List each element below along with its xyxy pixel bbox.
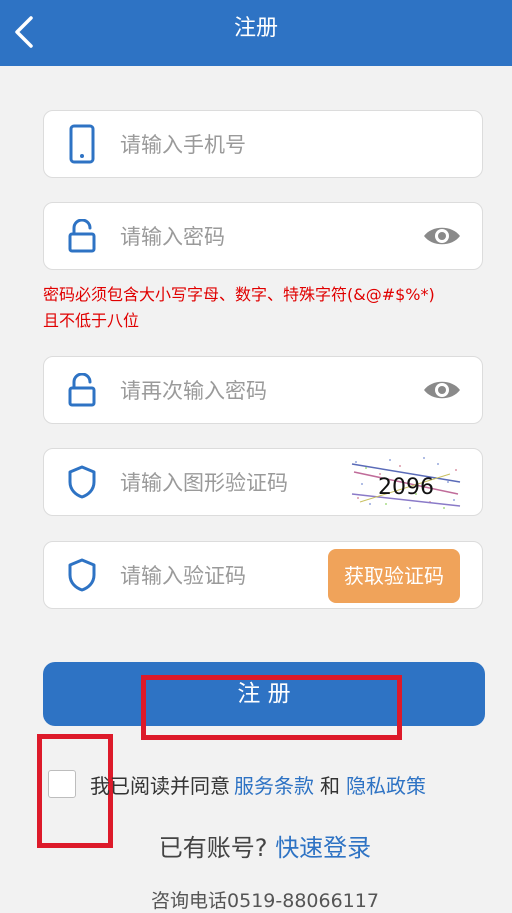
unlock-icon xyxy=(64,372,100,408)
phone-field[interactable] xyxy=(43,110,483,178)
captcha-text: 2096 xyxy=(378,475,434,500)
show-password-toggle[interactable] xyxy=(422,221,462,251)
quick-login-link[interactable]: 快速登录 xyxy=(275,834,371,862)
password-rule-hint: 密码必须包含大小写字母、数字、特殊字符(&@#$%*) 且不低于八位 xyxy=(43,282,493,334)
login-row: 已有账号? 快速登录 xyxy=(0,828,512,863)
password-rule-line-2: 且不低于八位 xyxy=(43,311,140,330)
register-button[interactable]: 注 册 xyxy=(43,662,485,726)
phone-icon xyxy=(64,124,100,164)
agreement-and: 和 xyxy=(320,773,340,798)
sms-code-field[interactable]: 获取验证码 xyxy=(43,541,483,609)
agree-checkbox[interactable] xyxy=(48,770,76,798)
get-code-button[interactable]: 获取验证码 xyxy=(328,549,460,603)
confirm-password-input[interactable] xyxy=(118,371,402,411)
agreement-prefix: 我已阅读并同意 xyxy=(90,773,230,798)
password-input[interactable] xyxy=(118,217,402,257)
eye-icon xyxy=(424,381,460,399)
captcha-image[interactable]: 2096 xyxy=(350,454,462,512)
show-confirm-password-toggle[interactable] xyxy=(422,375,462,405)
phone-input[interactable] xyxy=(118,125,402,165)
contact-phone: 咨询电话0519-88066117 xyxy=(151,890,379,912)
shield-icon xyxy=(64,557,100,593)
login-prompt: 已有账号? xyxy=(158,834,268,862)
page-title: 注册 xyxy=(233,16,278,41)
confirm-password-field[interactable] xyxy=(43,356,483,424)
unlock-icon xyxy=(64,218,100,254)
agreement-row: 我已阅读并同意 服务条款 和 隐私政策 xyxy=(48,766,426,802)
eye-icon xyxy=(424,227,460,245)
sms-code-input[interactable] xyxy=(118,556,322,596)
privacy-link[interactable]: 隐私政策 xyxy=(346,770,426,799)
password-rule-line-1: 密码必须包含大小写字母、数字、特殊字符(&@#$%*) xyxy=(43,285,435,304)
password-field[interactable] xyxy=(43,202,483,270)
app-header: 注册 xyxy=(0,0,512,66)
terms-link[interactable]: 服务条款 xyxy=(234,770,314,799)
shield-icon xyxy=(64,464,100,500)
image-captcha-field[interactable]: 2096 xyxy=(43,448,483,516)
